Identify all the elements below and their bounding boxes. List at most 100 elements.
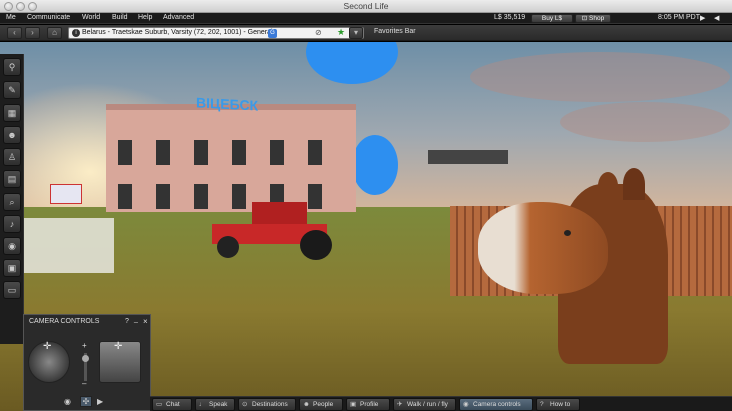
toolbar-snapshot[interactable]: ▣ xyxy=(3,259,21,277)
radio-icon: ◉ xyxy=(8,241,16,251)
pin-icon: ✎ xyxy=(8,85,16,95)
location-bar[interactable]: i Belarus - Traetskae Suburb, Varsity (7… xyxy=(68,27,364,39)
location-pin-icon: ⊙ xyxy=(242,401,248,408)
link-icon: ⚲ xyxy=(8,62,16,72)
toolbar-search[interactable]: ⌕ xyxy=(3,193,21,211)
volume-icon[interactable]: ◀ xyxy=(714,14,719,22)
zoom-out-label[interactable]: – xyxy=(82,379,86,388)
video-camera-icon[interactable]: ▶ xyxy=(97,397,103,406)
window-title: Second Life xyxy=(343,1,389,11)
orbit-arrows-icon: ✛ xyxy=(43,341,52,352)
map-icon: ▦ xyxy=(7,108,17,118)
snapshot-icon: ▣ xyxy=(7,263,17,273)
zoom-in-label[interactable]: + xyxy=(82,341,87,350)
balance-display[interactable]: L$ 35,519 xyxy=(494,14,525,21)
orbit-control[interactable]: ✛ xyxy=(28,341,70,383)
help-icon: ? xyxy=(540,401,544,408)
camera-controls-button[interactable]: ◉ Camera controls xyxy=(459,398,533,411)
toolbar-people[interactable]: ☻ xyxy=(3,126,21,144)
chat-bubble-icon: ▭ xyxy=(156,401,163,408)
horse-avatar[interactable] xyxy=(478,168,688,364)
navigation-bar: ‹ › ⌂ i Belarus - Traetskae Suburb, Vars… xyxy=(0,25,732,41)
forward-arrow-icon: › xyxy=(31,28,34,37)
shop-button[interactable]: ⊡ Shop xyxy=(575,14,611,23)
red-tractor xyxy=(212,202,332,260)
speak-button[interactable]: ♩ Speak xyxy=(195,398,235,411)
how-to-button[interactable]: ? How to xyxy=(536,398,580,411)
toolbar-link[interactable]: ⚲ xyxy=(3,58,21,76)
search-icon: ⌕ xyxy=(9,197,15,207)
menu-me[interactable]: Me xyxy=(6,14,16,21)
toolbar-voice[interactable]: ♪ xyxy=(3,215,21,233)
shop-label: Shop xyxy=(589,15,605,22)
home-icon: ⌂ xyxy=(52,28,57,37)
menu-bar: Me Communicate World Build Help Advanced… xyxy=(0,13,732,24)
favorites-bar[interactable]: Favorites Bar xyxy=(374,28,416,35)
camera-controls-panel: CAMERA CONTROLS ? _ × ✛ + – ✛ ◉ ✣ ▶ xyxy=(23,314,151,411)
building: ВІЦЕБСК xyxy=(106,94,356,212)
upper-windows xyxy=(118,140,344,165)
camera-controls-title: CAMERA CONTROLS xyxy=(29,318,100,325)
location-dropdown-button[interactable]: ▾ xyxy=(349,27,363,39)
building-sign: ВІЦЕБСК xyxy=(196,94,259,114)
chevron-down-icon: ▾ xyxy=(353,28,358,37)
inventory-icon: ▤ xyxy=(7,174,17,184)
toolbar-pin[interactable]: ✎ xyxy=(3,81,21,99)
zoom-slider[interactable] xyxy=(82,353,89,381)
menu-advanced[interactable]: Advanced xyxy=(163,14,194,21)
people-icon: ☻ xyxy=(303,401,310,408)
cloud xyxy=(470,52,730,102)
media-play-icon[interactable]: ▶ xyxy=(700,14,705,22)
walk-run-fly-button[interactable]: ✈ Walk / run / fly xyxy=(393,398,456,411)
voice-icon: ♪ xyxy=(9,219,15,229)
info-icon[interactable]: i xyxy=(72,29,80,37)
cart-icon: ⊡ xyxy=(581,15,588,22)
blue-sphere xyxy=(306,42,398,84)
window-title-bar: Second Life xyxy=(0,0,732,13)
buy-currency-button[interactable]: Buy L$ xyxy=(531,14,573,23)
toolbar-chat[interactable]: ▭ xyxy=(3,281,21,299)
clock: 8:05 PM PDT xyxy=(658,14,701,21)
location-text: Belarus - Traetskae Suburb, Varsity (72,… xyxy=(82,29,273,36)
home-button[interactable]: ⌂ xyxy=(47,27,62,39)
sign-board xyxy=(50,184,82,204)
minimize-icon[interactable]: _ xyxy=(134,316,138,323)
forward-button[interactable]: › xyxy=(25,27,40,39)
help-icon[interactable]: ? xyxy=(125,318,129,325)
chat-icon: ▭ xyxy=(7,285,17,295)
eye-icon: ◉ xyxy=(463,401,469,408)
zoom-slider-thumb[interactable] xyxy=(82,355,89,362)
left-toolbar: ⚲ ✎ ▦ ☻ ♙ ▤ ⌕ ♪ ◉ ▣ ▭ xyxy=(0,54,24,344)
profile-icon: ▣ xyxy=(350,401,357,408)
menu-build[interactable]: Build xyxy=(112,14,128,21)
pan-control[interactable]: ✛ xyxy=(99,341,141,383)
close-icon[interactable]: × xyxy=(143,317,148,326)
walk-icon: ✈ xyxy=(397,401,403,408)
toolbar-appearance[interactable]: ♙ xyxy=(3,148,21,166)
camera-preset-icon[interactable]: ✣ xyxy=(80,396,92,407)
back-arrow-icon: ‹ xyxy=(13,28,16,37)
destinations-button[interactable]: ⊙ Destinations xyxy=(238,398,296,411)
back-button[interactable]: ‹ xyxy=(7,27,22,39)
shirt-icon: ♙ xyxy=(7,152,17,162)
microphone-icon: ♩ xyxy=(199,401,206,408)
cloud xyxy=(560,102,730,142)
menu-help[interactable]: Help xyxy=(138,14,152,21)
no-push-icon: ⊘ xyxy=(315,28,322,37)
pan-arrows-icon: ✛ xyxy=(114,341,123,352)
menu-communicate[interactable]: Communicate xyxy=(27,14,70,21)
menu-world[interactable]: World xyxy=(82,14,100,21)
bottom-toolbar: ▭ Chat ♩ Speak ⊙ Destinations ☻ People ▣ Prof… xyxy=(150,396,732,411)
general-rating-icon: G xyxy=(268,29,277,38)
people-icon: ☻ xyxy=(7,130,17,140)
floating-platform xyxy=(428,150,508,164)
flower-bed xyxy=(24,218,114,273)
toolbar-map[interactable]: ▦ xyxy=(3,104,21,122)
favorite-star-icon[interactable]: ★ xyxy=(337,27,345,38)
eye-icon[interactable]: ◉ xyxy=(64,397,71,406)
toolbar-radio[interactable]: ◉ xyxy=(3,237,21,255)
chat-button[interactable]: ▭ Chat xyxy=(152,398,192,411)
toolbar-inventory[interactable]: ▤ xyxy=(3,170,21,188)
people-button[interactable]: ☻ People xyxy=(299,398,343,411)
profile-button[interactable]: ▣ Profile xyxy=(346,398,390,411)
